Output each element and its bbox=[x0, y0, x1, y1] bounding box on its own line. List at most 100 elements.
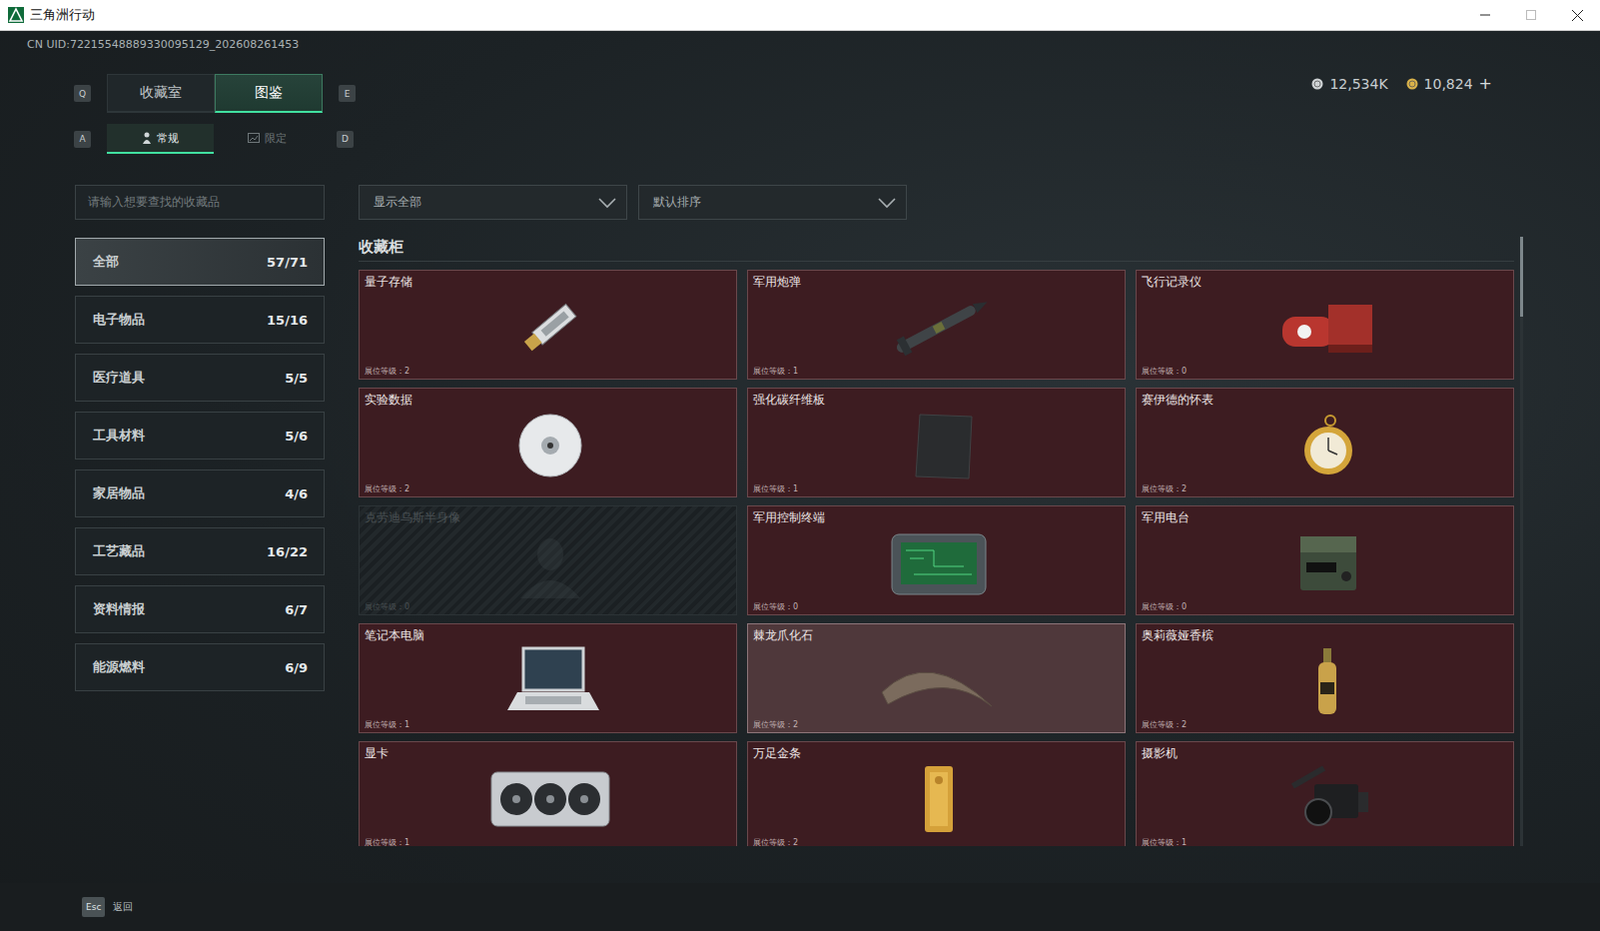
item-level: 展位等级：1 bbox=[753, 365, 1125, 377]
filter-row: 显示全部默认排序 bbox=[358, 184, 1515, 220]
item-card[interactable]: 军用控制终端展位等级：0 bbox=[747, 505, 1126, 616]
item-name: 万足金条 bbox=[753, 745, 1125, 762]
tabs-block: Q收藏室图鉴EA常规限定D bbox=[73, 73, 356, 154]
item-art bbox=[364, 407, 737, 484]
item-level: 展位等级：0 bbox=[1141, 601, 1514, 613]
maximize-icon bbox=[1526, 9, 1537, 20]
minimize-icon bbox=[1480, 9, 1491, 20]
add-currency-button[interactable]: + bbox=[1479, 73, 1493, 93]
sidebar: 请输入想要查找的收藏品全部57/71 电子物品15/16 医疗道具5/5 工具材料5/… bbox=[74, 184, 325, 883]
item-card[interactable]: 飞行记录仪展位等级：0 bbox=[1135, 269, 1515, 380]
main-area: CN UID:72215548889330095129_202608261453… bbox=[0, 30, 1600, 883]
filter-dropdown[interactable]: 默认排序 bbox=[638, 184, 907, 220]
game-logo-icon bbox=[7, 6, 24, 23]
close-button[interactable] bbox=[1554, 0, 1600, 30]
item-card[interactable]: 摄影机展位等级：1 bbox=[1135, 741, 1515, 846]
radio-icon bbox=[1262, 526, 1393, 601]
category-item[interactable]: 医疗道具5/5 bbox=[74, 353, 325, 402]
claw-icon bbox=[873, 644, 1004, 719]
item-name: 奥莉薇娅香槟 bbox=[1141, 627, 1514, 644]
item-card[interactable]: 克劳迪乌斯半身像展位等级：0 bbox=[358, 505, 738, 616]
item-name: 克劳迪乌斯半身像 bbox=[364, 509, 737, 526]
content: 请输入想要查找的收藏品全部57/71 电子物品15/16 医疗道具5/5 工具材料5/… bbox=[0, 153, 1600, 883]
currency: 12,534K bbox=[1311, 75, 1388, 92]
item-card[interactable]: 量子存储展位等级：2 bbox=[358, 269, 738, 380]
item-art bbox=[753, 525, 1125, 602]
sub-tab[interactable]: 限定 bbox=[213, 123, 321, 154]
item-card[interactable]: 奥莉薇娅香槟展位等级：2 bbox=[1135, 623, 1515, 734]
back-button[interactable]: 返回 bbox=[112, 899, 133, 914]
item-art bbox=[753, 407, 1125, 484]
item-grid-viewport: 量子存储展位等级：2军用炮弹展位等级：1飞行记录仪展位等级：0实验数据展位等级：… bbox=[358, 269, 1515, 846]
category-item[interactable]: 资料情报6/7 bbox=[74, 585, 325, 634]
item-art bbox=[1141, 643, 1514, 720]
key-hint: Esc bbox=[81, 896, 105, 917]
item-card[interactable]: 军用炮弹展位等级：1 bbox=[747, 269, 1126, 380]
coin-icon bbox=[1406, 77, 1419, 90]
item-art bbox=[364, 761, 737, 837]
item-card[interactable]: 强化碳纤维板展位等级：1 bbox=[747, 387, 1126, 498]
gold-icon bbox=[873, 762, 1004, 836]
item-level: 展位等级：1 bbox=[364, 719, 737, 731]
category-item[interactable]: 工具材料5/6 bbox=[74, 411, 325, 460]
category-item[interactable]: 能源燃料6/9 bbox=[74, 643, 325, 692]
item-card[interactable]: 笔记本电脑展位等级：1 bbox=[358, 623, 738, 734]
item-art bbox=[753, 761, 1125, 837]
item-name: 军用电台 bbox=[1141, 509, 1514, 526]
item-level: 展位等级：0 bbox=[364, 601, 737, 613]
category-item[interactable]: 全部57/71 bbox=[74, 237, 325, 286]
item-card[interactable]: 军用电台展位等级：0 bbox=[1135, 505, 1515, 616]
item-name: 棘龙爪化石 bbox=[753, 627, 1125, 644]
item-name: 赛伊德的怀表 bbox=[1141, 391, 1514, 408]
item-name: 军用控制终端 bbox=[753, 509, 1125, 526]
window-title: 三角洲行动 bbox=[29, 5, 95, 24]
item-art bbox=[364, 643, 737, 720]
laptop-icon bbox=[485, 644, 616, 719]
close-icon bbox=[1572, 9, 1584, 21]
minimize-button[interactable] bbox=[1462, 0, 1509, 30]
scrollbar[interactable] bbox=[1520, 236, 1524, 846]
bottle-icon bbox=[1262, 644, 1393, 719]
uid-label: CN UID:72215548889330095129_202608261453 bbox=[0, 37, 1600, 52]
header-row: Q收藏室图鉴EA常规限定D12,534K10,824+ bbox=[0, 51, 1600, 154]
scroll-thumb[interactable] bbox=[1520, 236, 1524, 317]
person-icon bbox=[141, 131, 152, 144]
item-card[interactable]: 实验数据展位等级：2 bbox=[358, 387, 738, 498]
item-card[interactable]: 棘龙爪化石展位等级：2 bbox=[747, 623, 1126, 734]
category-item[interactable]: 家居物品4/6 bbox=[74, 469, 325, 518]
item-name: 飞行记录仪 bbox=[1141, 273, 1514, 290]
item-level: 展位等级：2 bbox=[1141, 719, 1514, 731]
shell-icon bbox=[873, 290, 1004, 365]
sub-tab[interactable]: 常规 bbox=[106, 123, 214, 154]
terminal-icon bbox=[873, 526, 1004, 601]
item-card[interactable]: 显卡展位等级：1 bbox=[358, 741, 738, 846]
currencies: 12,534K 10,824 + bbox=[1311, 73, 1493, 93]
watch-icon bbox=[1262, 408, 1393, 483]
item-level: 展位等级：1 bbox=[364, 836, 737, 846]
item-level: 展位等级：2 bbox=[364, 483, 737, 495]
item-card[interactable]: 赛伊德的怀表展位等级：2 bbox=[1135, 387, 1515, 498]
maximize-button[interactable] bbox=[1508, 0, 1555, 30]
item-level: 展位等级：0 bbox=[1141, 365, 1514, 377]
item-card[interactable]: 万足金条展位等级：2 bbox=[747, 741, 1126, 846]
key-hint: D bbox=[336, 130, 354, 148]
item-level: 展位等级：0 bbox=[753, 601, 1125, 613]
key-hint: Q bbox=[73, 84, 91, 102]
category-item[interactable]: 电子物品15/16 bbox=[74, 295, 325, 344]
currency: 10,824 bbox=[1406, 75, 1474, 92]
chevron-down-icon bbox=[877, 196, 896, 209]
category-item[interactable]: 工艺藏品16/22 bbox=[74, 527, 325, 576]
search-input[interactable]: 请输入想要查找的收藏品 bbox=[74, 184, 325, 220]
item-name: 实验数据 bbox=[364, 391, 737, 408]
filter-dropdown[interactable]: 显示全部 bbox=[358, 184, 628, 220]
main-tab[interactable]: 收藏室 bbox=[106, 73, 215, 113]
camera-icon bbox=[1262, 762, 1393, 836]
item-level: 展位等级：1 bbox=[753, 483, 1125, 495]
section-title: 收藏柜 bbox=[358, 219, 1515, 262]
main-tab[interactable]: 图鉴 bbox=[214, 73, 323, 113]
key-hint: A bbox=[73, 130, 91, 148]
item-name: 军用炮弹 bbox=[753, 273, 1125, 290]
collection-column: 显示全部默认排序收藏柜量子存储展位等级：2军用炮弹展位等级：1飞行记录仪展位等级… bbox=[358, 184, 1515, 883]
gpu-icon bbox=[485, 762, 616, 836]
app-window: 三角洲行动 CN UID:72215548889330095129_2026082… bbox=[0, 0, 1600, 931]
